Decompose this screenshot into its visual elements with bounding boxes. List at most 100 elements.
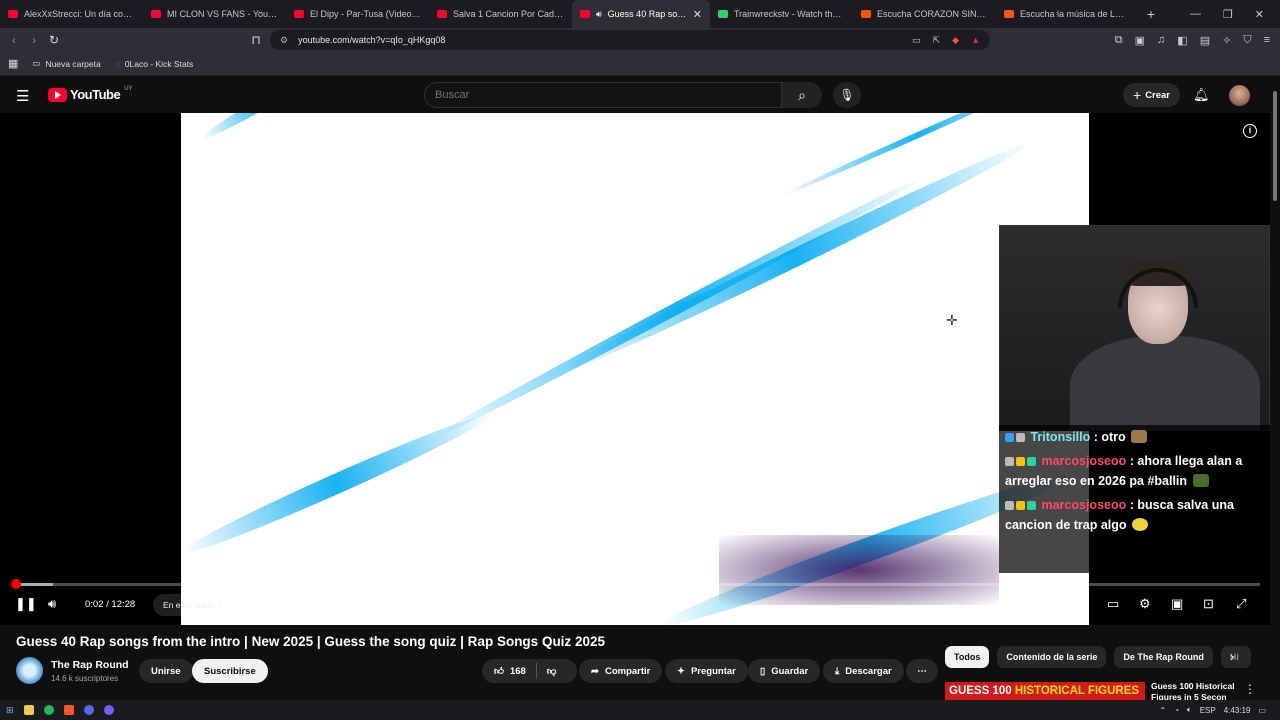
join-button[interactable]: Unirse [139, 659, 193, 683]
reload-icon[interactable]: ↻ [44, 33, 64, 47]
bookmark-page-icon[interactable]: ⊓ [246, 33, 266, 47]
vpn-icon[interactable]: ⛉ [1243, 34, 1251, 47]
hamburger-menu-icon[interactable]: ☰ [16, 87, 29, 105]
chevron-right-icon[interactable]: › [1230, 649, 1234, 664]
rewards-icon[interactable]: ▲ [971, 35, 980, 46]
ask-button[interactable]: ✦ Preguntar [665, 659, 748, 683]
bookmark-item-folder[interactable]: ▭ Nueva carpeta [32, 58, 100, 69]
language-indicator[interactable]: ESP [1200, 706, 1216, 715]
cast-to-tv-icon[interactable]: ⊡ [1203, 596, 1214, 612]
tray-arrow-icon[interactable]: ⌃ [1159, 706, 1166, 715]
fullscreen-icon[interactable]: ⤢ [1236, 596, 1246, 612]
youtube-logo[interactable]: YouTube UY [48, 86, 133, 102]
share-icon[interactable]: ⇱ [933, 35, 941, 46]
progress-bar[interactable] [10, 579, 1260, 589]
close-window-icon[interactable]: ✕ [1255, 8, 1264, 21]
more-actions-button[interactable]: ⋯ [906, 659, 938, 683]
browser-tab[interactable]: MI CLON VS FANS - YouTube [143, 0, 286, 28]
voice-search-button[interactable]: 🎙︎ [833, 82, 861, 108]
tab-title: El Dipy - Par-Tusa (Video Lyric) [310, 9, 421, 19]
spotify-icon[interactable] [43, 705, 54, 715]
download-button[interactable]: ⤓ Descargar [823, 659, 904, 683]
back-icon[interactable]: ‹ [4, 33, 24, 47]
bookmark-icon: ▯ [760, 665, 766, 677]
save-button[interactable]: ▯ Guardar [748, 659, 821, 683]
thumbs-up-icon[interactable]: 👍︎ [494, 665, 504, 677]
subtitles-icon[interactable]: ▭ [1107, 596, 1119, 612]
minimize-icon[interactable]: — [1190, 8, 1201, 20]
leo-icon[interactable]: ✧ [1222, 34, 1231, 47]
settings-gear-icon[interactable]: ⚙ [1139, 596, 1151, 612]
windows-start-icon[interactable]: ⊞ [6, 705, 14, 716]
brave-shield-icon[interactable]: ◆ [952, 35, 959, 46]
clock[interactable]: 4:43:19 [1224, 706, 1251, 715]
browser-tab[interactable]: Escucha CORAZON SIN LEAN [853, 0, 996, 28]
sidebar-icon[interactable]: ◧ [1177, 34, 1187, 47]
address-bar[interactable]: ⚙ youtube.com/watch?v=qIo_qHKgq08 ▭ ⇱ ◆ … [270, 30, 990, 50]
app-icon[interactable] [103, 705, 114, 715]
soundcloud-favicon-icon [861, 10, 871, 18]
browser-tab[interactable]: El Dipy - Par-Tusa (Video Lyric) [286, 0, 429, 28]
browser-tab[interactable]: Salva 1 Cancion Por Cada Año [429, 0, 572, 28]
notification-icon[interactable]: ▭ [1258, 706, 1266, 715]
wallet-icon[interactable]: ▤ [1200, 34, 1210, 47]
logo-text: YouTube [70, 87, 121, 102]
new-tab-button[interactable]: + [1139, 6, 1163, 22]
search-button[interactable]: ⌕ [782, 82, 822, 108]
bookmarks-bar: ▦ ▭ Nueva carpeta ◌ 0Laco - Kick Stats [0, 52, 1280, 76]
close-tab-icon[interactable]: ✕ [693, 8, 702, 21]
thumbs-down-icon[interactable]: 👎︎ [547, 665, 557, 677]
scrubber-handle[interactable] [10, 579, 21, 589]
create-button[interactable]: + Crear [1123, 83, 1181, 107]
scrollbar-thumb[interactable] [1273, 91, 1277, 201]
tab-title: Guess 40 Rap songs fr [607, 9, 687, 19]
notifications-bell-icon[interactable]: 🔔︎ [1193, 87, 1210, 103]
browser-tab[interactable]: 🔊︎ Guess 40 Rap songs fr ✕ [572, 0, 710, 28]
more-vertical-icon[interactable]: ⋮ [1244, 682, 1256, 696]
chip-partial[interactable]: Hi [1220, 646, 1251, 668]
bookmark-item-kick[interactable]: ◌ 0Laco - Kick Stats [115, 59, 194, 69]
chat-username: Tritonsillo [1030, 430, 1091, 444]
kick-icon: ◌ [114, 58, 120, 69]
extensions-icon[interactable]: ⧉ [1115, 34, 1123, 47]
chip-all[interactable]: Todos [945, 646, 990, 668]
volume-tray-icon[interactable]: 🔈︎ [1187, 705, 1192, 715]
chip-series[interactable]: Contenido de la serie [997, 646, 1107, 668]
discord-icon[interactable] [83, 705, 94, 715]
browser-tab[interactable]: Escucha la música de LOAMILA [996, 0, 1139, 28]
autoplay-toggle-icon[interactable]: ◉ [1072, 596, 1082, 609]
video-player[interactable]: ✛ i Tritonsillo : otro marcosjoseoo : ah… [0, 113, 1270, 625]
site-info-icon[interactable]: ⚙ [280, 35, 288, 46]
channel-avatar[interactable] [16, 657, 43, 684]
subscribe-button[interactable]: Suscribirse [192, 659, 268, 683]
network-icon[interactable]: ◔ [1174, 706, 1179, 715]
apps-grid-icon[interactable]: ▦ [8, 57, 18, 70]
tab-title: Escucha CORAZON SIN LEAN [877, 9, 988, 19]
pause-icon[interactable]: ❚❚ [15, 596, 37, 612]
miniplayer-icon[interactable]: ▣ [1171, 596, 1183, 612]
maximize-icon[interactable]: ❐ [1223, 8, 1233, 21]
cast-icon[interactable]: ▭ [912, 35, 921, 46]
download-label: Descargar [845, 665, 892, 677]
info-icon[interactable]: i [1243, 124, 1257, 138]
share-button[interactable]: ➦ Compartir [579, 659, 663, 683]
screenshot-icon[interactable]: ▣ [1135, 34, 1145, 47]
recommended-thumbnail[interactable]: GUESS 100 HISTORICAL FIGURES [945, 682, 1145, 702]
video-frame[interactable] [181, 113, 1089, 625]
file-explorer-icon[interactable] [23, 705, 34, 715]
page-scrollbar[interactable] [1270, 77, 1280, 700]
channel-name[interactable]: The Rap Round [51, 659, 129, 671]
volume-icon[interactable]: 🔊︎ [48, 596, 56, 612]
browser-menu-icon[interactable]: ≡ [1264, 34, 1270, 46]
chapters-button[interactable]: En este video › [153, 594, 232, 616]
media-icon[interactable]: ♫ [1157, 34, 1165, 46]
avatar[interactable] [1229, 85, 1250, 106]
search-input[interactable] [424, 82, 782, 108]
browser-tab[interactable]: Trainwreckstv - Watch the VOD [710, 0, 853, 28]
chapter-label: En este video [163, 600, 215, 610]
brave-icon[interactable] [63, 705, 74, 715]
forward-icon[interactable]: › [24, 33, 44, 47]
chip-channel[interactable]: De The Rap Round [1114, 646, 1213, 668]
browser-tab[interactable]: AlexXxStrecci: Un día con Strecci [0, 0, 143, 28]
tab-audio-icon[interactable]: 🔊︎ [596, 9, 602, 20]
